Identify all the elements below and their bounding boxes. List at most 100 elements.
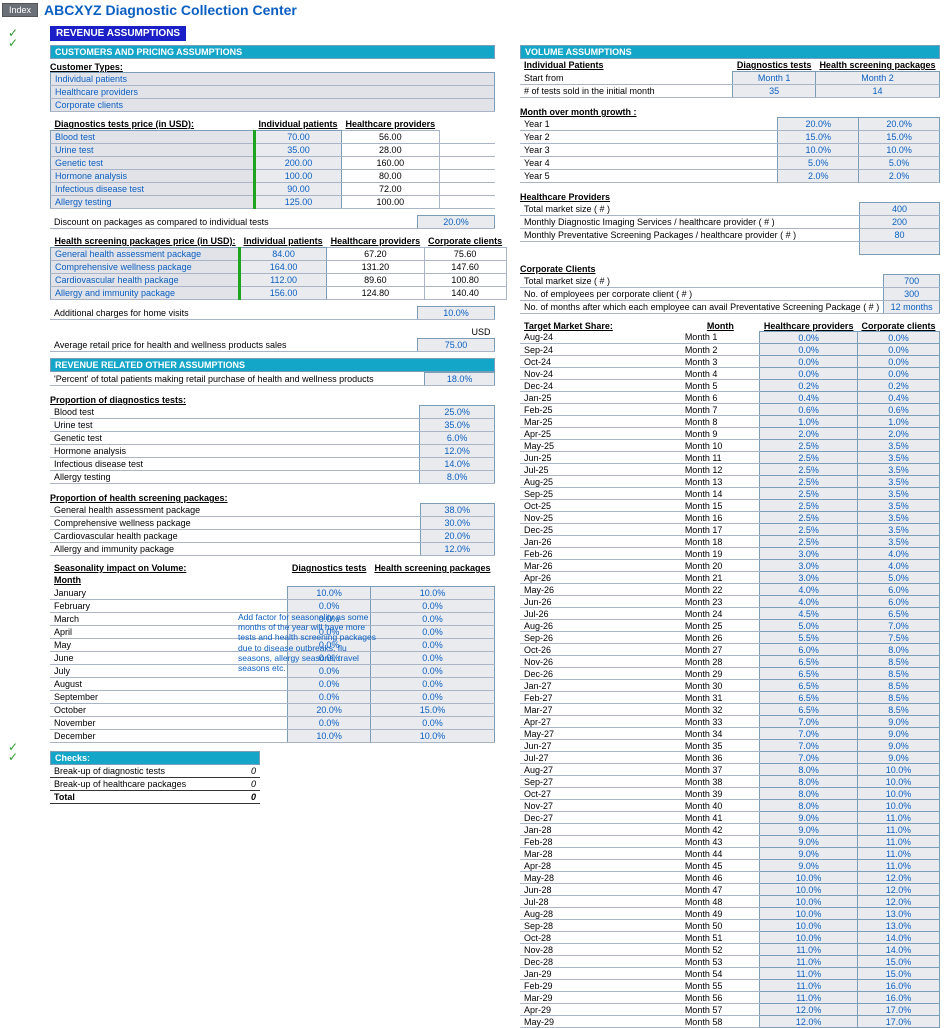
tms-table: Target Market Share: Month Healthcare pr…: [520, 320, 940, 1028]
tms-row: Sep-25Month 142.5%3.5%: [520, 488, 940, 500]
tms-row: Oct-27Month 398.0%10.0%: [520, 788, 940, 800]
tms-row: Dec-28Month 5311.0%15.0%: [520, 956, 940, 968]
tms-row: Sep-27Month 388.0%10.0%: [520, 776, 940, 788]
volume-header: VOLUME ASSUMPTIONS: [520, 45, 940, 59]
tms-row: Oct-26Month 276.0%8.0%: [520, 644, 940, 656]
prop-pkg-row: Comprehensive wellness package30.0%: [50, 517, 495, 530]
hp-row: Total market size ( # )400: [520, 203, 940, 216]
season-row: August0.0%0.0%: [50, 678, 495, 691]
prop-diag-row: Hormone analysis12.0%: [50, 445, 495, 458]
tms-row: Jan-26Month 182.5%3.5%: [520, 536, 940, 548]
tms-row: May-25Month 102.5%3.5%: [520, 440, 940, 452]
home-visit-input[interactable]: 10.0%: [418, 307, 495, 320]
prop-diag-row: Allergy testing8.0%: [50, 471, 495, 484]
tms-row: Aug-27Month 378.0%10.0%: [520, 764, 940, 776]
diag-row: Urine test35.0028.00: [51, 144, 496, 157]
tms-row: Nov-28Month 5211.0%14.0%: [520, 944, 940, 956]
tms-row: Dec-24Month 50.2%0.2%: [520, 380, 940, 392]
diag-row: Blood test70.0056.00: [51, 131, 496, 144]
diag-price-table: Diagnostics tests price (in USD): Indivi…: [50, 118, 495, 209]
prop-diag-header: Proportion of diagnostics tests:: [50, 395, 495, 405]
tms-row: Apr-26Month 213.0%5.0%: [520, 572, 940, 584]
tms-row: Mar-28Month 449.0%11.0%: [520, 848, 940, 860]
sold-pkg[interactable]: 14: [815, 85, 939, 98]
tms-row: Apr-27Month 337.0%9.0%: [520, 716, 940, 728]
prop-pkg-row: General health assessment package38.0%: [50, 504, 495, 517]
check-total: Total0: [50, 791, 260, 804]
pct-retail-input[interactable]: 18.0%: [425, 373, 495, 386]
tms-row: Jun-25Month 112.5%3.5%: [520, 452, 940, 464]
year-row: Year 215.0%15.0%: [520, 131, 940, 144]
start-diag[interactable]: Month 1: [733, 72, 816, 85]
tms-row: May-28Month 4610.0%12.0%: [520, 872, 940, 884]
season-row: September0.0%0.0%: [50, 691, 495, 704]
index-button[interactable]: Index: [2, 3, 38, 17]
tms-row: Jun-26Month 234.0%6.0%: [520, 596, 940, 608]
tms-row: Aug-24Month 10.0%0.0%: [520, 332, 940, 344]
tms-row: Jan-29Month 5411.0%15.0%: [520, 968, 940, 980]
pkg-price-table: Health screening packages price (in USD)…: [50, 235, 507, 300]
cc-header: Corporate Clients: [520, 264, 940, 274]
customer-types-table: Individual patientsHealthcare providersC…: [50, 72, 495, 112]
tms-row: Mar-26Month 203.0%4.0%: [520, 560, 940, 572]
tms-row: Jan-27Month 306.5%8.5%: [520, 680, 940, 692]
prop-pkg-row: Allergy and immunity package12.0%: [50, 543, 495, 556]
sold-diag[interactable]: 35: [733, 85, 816, 98]
pct-retail-row: 'Percent' of total patients making retai…: [50, 373, 495, 386]
tms-row: May-27Month 347.0%9.0%: [520, 728, 940, 740]
tms-row: Jul-26Month 244.5%6.5%: [520, 608, 940, 620]
tms-row: Aug-25Month 132.5%3.5%: [520, 476, 940, 488]
tms-row: Aug-28Month 4910.0%13.0%: [520, 908, 940, 920]
tms-row: Feb-29Month 5511.0%16.0%: [520, 980, 940, 992]
customer-type: Corporate clients: [51, 99, 495, 112]
check-icon: ✓✓: [8, 742, 18, 762]
tms-row: Oct-28Month 5110.0%14.0%: [520, 932, 940, 944]
prop-diag-table: Blood test25.0%Urine test35.0%Genetic te…: [50, 405, 495, 484]
left-block-header: CUSTOMERS AND PRICING ASSUMPTIONS: [50, 45, 495, 59]
tms-row: Sep-28Month 5010.0%13.0%: [520, 920, 940, 932]
section-header: REVENUE ASSUMPTIONS: [50, 26, 186, 41]
tms-row: May-29Month 5812.0%17.0%: [520, 1016, 940, 1028]
cc-row: No. of employees per corporate client ( …: [520, 288, 940, 301]
hp-empty-input[interactable]: [859, 242, 939, 255]
mom-header: Month over month growth :: [520, 107, 940, 117]
tms-row: Feb-28Month 439.0%11.0%: [520, 836, 940, 848]
season-row: December10.0%10.0%: [50, 730, 495, 743]
customer-type: Healthcare providers: [51, 86, 495, 99]
tms-row: Mar-29Month 5611.0%16.0%: [520, 992, 940, 1004]
season-row: January10.0%10.0%: [50, 587, 495, 600]
retail-price-input[interactable]: 75.00: [418, 339, 495, 352]
prop-diag-row: Blood test25.0%: [50, 406, 495, 419]
diag-row: Infectious disease test90.0072.00: [51, 183, 496, 196]
cc-row: Total market size ( # )700: [520, 275, 940, 288]
prop-pkg-table: General health assessment package38.0%Co…: [50, 503, 495, 556]
hp-row: Monthly Preventative Screening Packages …: [520, 229, 940, 242]
home-visit-row: Additional charges for home visits 10.0%: [50, 307, 495, 320]
customer-types-header: Customer Types:: [50, 62, 495, 72]
start-pkg[interactable]: Month 2: [815, 72, 939, 85]
tms-row: Mar-27Month 326.5%8.5%: [520, 704, 940, 716]
tms-row: Apr-25Month 92.0%2.0%: [520, 428, 940, 440]
season-row: October20.0%15.0%: [50, 704, 495, 717]
tms-row: May-26Month 224.0%6.0%: [520, 584, 940, 596]
other-assumptions-header: REVENUE RELATED OTHER ASSUMPTIONS: [50, 358, 495, 372]
prop-diag-row: Genetic test6.0%: [50, 432, 495, 445]
tms-row: Oct-24Month 30.0%0.0%: [520, 356, 940, 368]
tms-row: Nov-25Month 162.5%3.5%: [520, 512, 940, 524]
tms-row: Jul-28Month 4810.0%12.0%: [520, 896, 940, 908]
individual-patients-table: Individual Patients Diagnostics tests He…: [520, 59, 940, 98]
tms-row: Feb-27Month 316.5%8.5%: [520, 692, 940, 704]
tms-row: Dec-25Month 172.5%3.5%: [520, 524, 940, 536]
tms-row: Oct-25Month 152.5%3.5%: [520, 500, 940, 512]
tms-row: Mar-25Month 81.0%1.0%: [520, 416, 940, 428]
tms-row: Feb-25Month 70.6%0.6%: [520, 404, 940, 416]
retail-price-row: Average retail price for health and well…: [50, 339, 495, 352]
tms-row: Aug-26Month 255.0%7.0%: [520, 620, 940, 632]
tms-row: Jul-25Month 122.5%3.5%: [520, 464, 940, 476]
prop-diag-row: Urine test35.0%: [50, 419, 495, 432]
discount-input[interactable]: 20.0%: [418, 216, 495, 229]
diag-row: Genetic test200.00160.00: [51, 157, 496, 170]
diag-row: Allergy testing125.00100.00: [51, 196, 496, 209]
tms-row: Jul-27Month 367.0%9.0%: [520, 752, 940, 764]
check-icon: ✓✓: [8, 28, 18, 48]
